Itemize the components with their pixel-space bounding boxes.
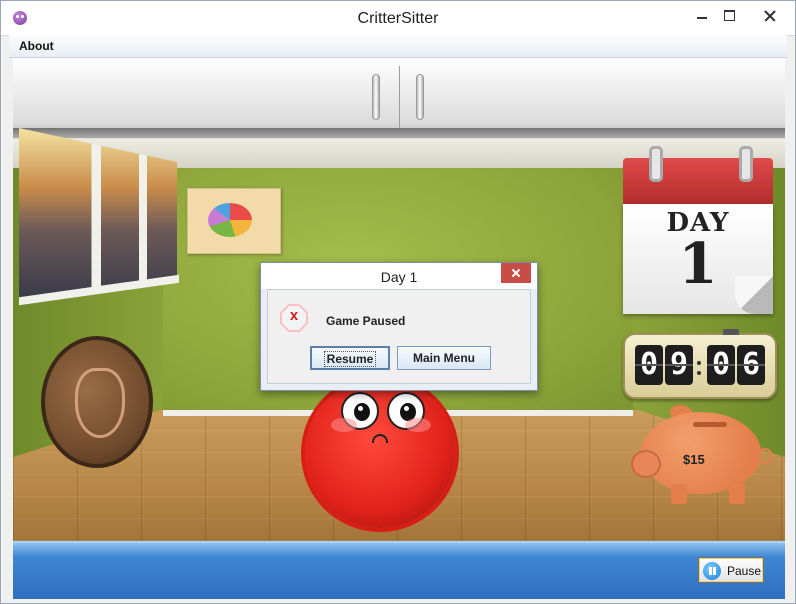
calendar-day-number: 1 (678, 231, 718, 297)
calendar-ring (739, 146, 753, 182)
error-icon: x (280, 304, 308, 332)
piggy-snout (631, 450, 661, 478)
app-window: CritterSitter About DAY 1 0 9 0 6 $15 Pa… (0, 0, 796, 604)
dialog-body: x Game Paused Resume Main Menu (267, 289, 531, 384)
money-amount: $15 (683, 452, 705, 467)
critter-pupil (354, 403, 370, 421)
error-x-glyph: x (289, 307, 299, 324)
critter-cheek (331, 418, 357, 432)
pause-icon (703, 562, 721, 580)
flip-clock: 0 9 0 6 (623, 329, 777, 399)
shield-ornament (75, 368, 125, 438)
window-title: CritterSitter (357, 10, 439, 27)
critter-mouth (372, 434, 388, 443)
ceiling-cabinet (13, 58, 785, 138)
title-bar[interactable]: CritterSitter (1, 1, 795, 36)
clock-digit: 0 (635, 345, 663, 385)
clock-colon (697, 361, 701, 365)
clock-knob (723, 329, 739, 335)
red-fuzzy-critter[interactable] (305, 378, 455, 528)
pause-button[interactable]: Pause (698, 557, 764, 583)
food-poster (187, 188, 281, 254)
dialog-title-bar[interactable]: Day 1 (261, 263, 537, 289)
clock-digit: 0 (707, 345, 735, 385)
dialog-title: Day 1 (380, 269, 418, 285)
cabinet-handle (416, 74, 424, 120)
cabinet-door-divider (399, 66, 400, 128)
menu-bar: About (9, 35, 787, 58)
clock-digit: 6 (737, 345, 765, 385)
close-button[interactable] (745, 5, 793, 27)
dialog-close-button[interactable] (501, 263, 531, 283)
clock-digit: 9 (665, 345, 693, 385)
critter-fur (305, 378, 455, 528)
main-menu-button[interactable]: Main Menu (397, 346, 491, 370)
ceiling-shadow (13, 128, 785, 140)
food-plate-image (208, 203, 252, 237)
resume-button[interactable]: Resume (310, 346, 390, 370)
piggy-tail (757, 448, 773, 464)
menu-about[interactable]: About (19, 39, 54, 53)
wooden-shield-decoration (41, 336, 153, 468)
resume-label: Resume (323, 351, 377, 367)
piggy-leg (729, 484, 745, 504)
coin-slot (693, 422, 727, 427)
pause-dialog: Day 1 x Game Paused Resume Main Menu (260, 262, 538, 391)
maximize-button[interactable] (715, 5, 745, 27)
pause-label: Pause (727, 564, 762, 578)
critter-cheek (405, 418, 431, 432)
minimize-button[interactable] (687, 5, 717, 27)
day-calendar: DAY 1 (623, 146, 773, 318)
piggy-leg (671, 484, 687, 504)
dialog-message: Game Paused (326, 314, 406, 328)
cabinet-handle (372, 74, 380, 120)
piggy-bank[interactable]: $15 (631, 400, 781, 508)
bottom-toolbar: Pause (13, 541, 785, 599)
calendar-ring (649, 146, 663, 182)
